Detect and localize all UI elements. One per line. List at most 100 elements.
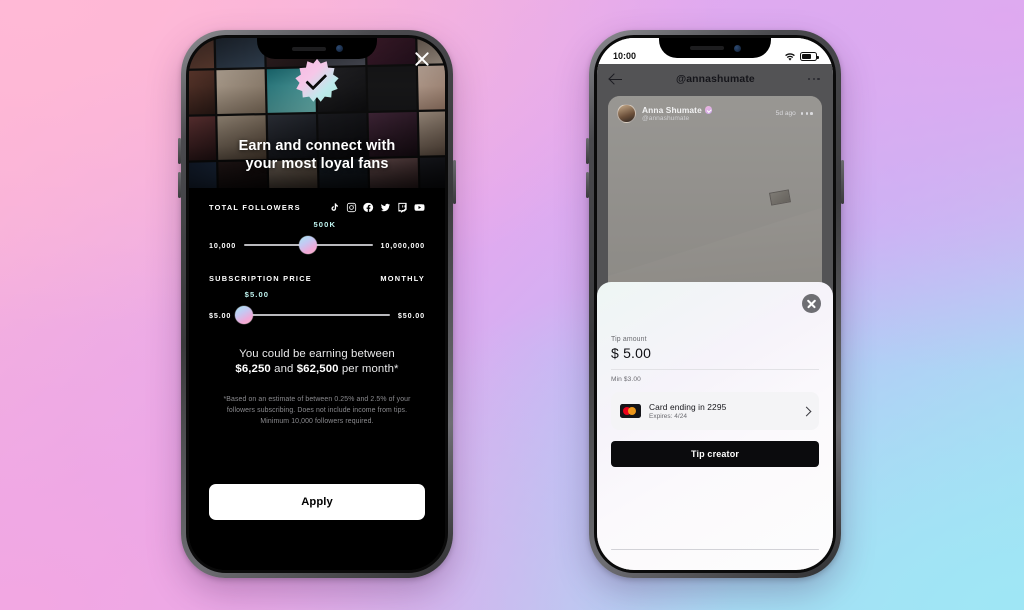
home-indicator[interactable] bbox=[611, 548, 819, 550]
battery-icon bbox=[800, 52, 819, 61]
tip-creator-button[interactable]: Tip creator bbox=[611, 441, 819, 467]
followers-slider[interactable]: 500K 10,000 10,000,000 bbox=[209, 220, 425, 256]
payment-method-text: Card ending in 2295 Expires: 4/24 bbox=[649, 402, 726, 421]
post-timestamp: 5d ago bbox=[775, 110, 796, 117]
onboarding-controls-panel: TOTAL FOLLOWERS 500K 10,000 10,000,000 S… bbox=[189, 188, 445, 570]
payment-method-title: Card ending in 2295 bbox=[649, 401, 727, 412]
hero-title-line1: Earn and connect with bbox=[238, 137, 396, 154]
followers-slider-track[interactable] bbox=[244, 236, 373, 254]
followers-max-label: 10,000,000 bbox=[380, 240, 425, 250]
post-author-name: Anna Shumate bbox=[642, 105, 702, 115]
apply-button[interactable]: Apply bbox=[209, 484, 425, 520]
volume-up-button[interactable] bbox=[178, 138, 181, 164]
price-min-label: $5.00 bbox=[209, 310, 232, 320]
post-author-handle: @annashumate bbox=[642, 115, 690, 122]
disclaimer-line1: *Based on an estimate of between 0.25% a… bbox=[223, 396, 411, 403]
youtube-icon bbox=[414, 204, 425, 211]
instagram-icon bbox=[346, 202, 357, 213]
total-followers-label: TOTAL FOLLOWERS bbox=[209, 203, 301, 212]
earpiece-speaker-icon bbox=[689, 46, 724, 50]
post-more-icon[interactable] bbox=[800, 112, 813, 115]
earpiece-speaker-icon bbox=[291, 46, 326, 51]
status-bar-indicators bbox=[784, 52, 819, 61]
tip-amount-value[interactable]: $ 5.00 bbox=[611, 345, 819, 361]
left-phone-screen: Earn and connect with your most loyal fa… bbox=[189, 38, 445, 570]
more-options-icon[interactable] bbox=[807, 77, 820, 81]
payment-method-subtitle: Expires: 4/24 bbox=[649, 413, 687, 421]
post-header: Anna Shumate @annashumate 5d ago bbox=[608, 96, 822, 131]
background-canvas: Earn and connect with your most loyal fa… bbox=[0, 0, 1024, 610]
close-icon[interactable] bbox=[412, 49, 432, 69]
earnings-line1: You could be earning between bbox=[239, 348, 395, 360]
back-arrow-icon[interactable] bbox=[610, 73, 623, 86]
earnings-estimate: You could be earning between $6,250 and … bbox=[209, 348, 425, 375]
price-track-bar bbox=[239, 314, 390, 316]
price-slider-track[interactable] bbox=[234, 306, 390, 324]
earnings-suffix: per month* bbox=[338, 363, 399, 375]
divider bbox=[611, 369, 819, 370]
onboarding-app-body: Earn and connect with your most loyal fa… bbox=[189, 38, 445, 570]
wifi-icon bbox=[785, 53, 795, 61]
tip-bottom-sheet: Tip amount $ 5.00 Min $3.00 Card ending … bbox=[597, 282, 833, 570]
post-author-name-row: Anna Shumate bbox=[642, 105, 713, 115]
twitter-icon bbox=[380, 203, 391, 212]
post-author: Anna Shumate @annashumate bbox=[642, 105, 713, 122]
tip-minimum-note: Min $3.00 bbox=[611, 376, 641, 383]
earnings-disclaimer: *Based on an estimate of between 0.25% a… bbox=[209, 394, 425, 428]
subscription-price-header: SUBSCRIPTION PRICE MONTHLY bbox=[209, 274, 425, 283]
hero-title-line2: your most loyal fans bbox=[245, 156, 389, 173]
followers-slider-value: 500K bbox=[313, 220, 337, 229]
disclaimer-line3: Minimum 10,000 followers required. bbox=[260, 418, 374, 426]
bottom-safe-area bbox=[209, 520, 425, 570]
post-meta: 5d ago bbox=[776, 110, 813, 117]
disclaimer-line2: followers subscribing. Does not include … bbox=[226, 407, 408, 415]
right-phone-bezel: 10:00 @annashumate Anna Shumate @annashu… bbox=[594, 35, 836, 573]
subscription-price-label: SUBSCRIPTION PRICE bbox=[209, 274, 312, 283]
total-followers-header: TOTAL FOLLOWERS bbox=[209, 202, 425, 213]
hero-title: Earn and connect with your most loyal fa… bbox=[189, 137, 445, 174]
price-slider-row: $5.00 $50.00 bbox=[209, 306, 425, 324]
profile-handle-title: @annashumate bbox=[675, 73, 755, 85]
device-notch bbox=[257, 38, 377, 59]
left-phone-device: Earn and connect with your most loyal fa… bbox=[178, 30, 456, 578]
right-phone-device: 10:00 @annashumate Anna Shumate @annashu… bbox=[586, 30, 844, 578]
followers-slider-row: 10,000 10,000,000 bbox=[209, 236, 425, 254]
social-platform-icons bbox=[329, 202, 425, 213]
followers-slider-thumb[interactable] bbox=[299, 236, 318, 254]
facebook-icon bbox=[363, 202, 374, 213]
power-button[interactable] bbox=[453, 160, 456, 204]
mastercard-icon bbox=[620, 404, 641, 418]
status-bar-time: 10:00 bbox=[613, 51, 637, 61]
earnings-amount-high: $62,500 bbox=[296, 363, 339, 375]
volume-down-button[interactable] bbox=[178, 172, 181, 198]
earnings-amount-low: $6,250 bbox=[235, 363, 271, 375]
front-camera-icon bbox=[733, 44, 741, 52]
volume-down-button[interactable] bbox=[586, 172, 589, 198]
tiktok-icon bbox=[331, 203, 338, 211]
followers-min-label: 10,000 bbox=[209, 240, 237, 250]
verified-badge-icon bbox=[704, 106, 713, 114]
earnings-line2: $6,250 and $62,500 per month* bbox=[209, 363, 425, 375]
billing-period-label: MONTHLY bbox=[380, 274, 425, 283]
app-bar: @annashumate bbox=[597, 64, 833, 94]
close-icon[interactable] bbox=[802, 294, 821, 313]
volume-up-button[interactable] bbox=[586, 138, 589, 164]
twitch-icon bbox=[398, 202, 407, 213]
earnings-conjunction: and bbox=[270, 363, 297, 375]
avatar[interactable] bbox=[617, 104, 636, 123]
tip-amount-label: Tip amount bbox=[611, 336, 647, 343]
price-slider[interactable]: $5.00 $5.00 $50.00 bbox=[209, 290, 425, 326]
device-notch bbox=[659, 38, 771, 58]
power-button[interactable] bbox=[841, 160, 844, 204]
left-phone-bezel: Earn and connect with your most loyal fa… bbox=[186, 35, 448, 573]
price-slider-thumb[interactable] bbox=[234, 306, 253, 324]
profile-content: @annashumate Anna Shumate @annashumate 5… bbox=[597, 64, 833, 570]
price-slider-value: $5.00 bbox=[244, 290, 270, 299]
payment-method-row[interactable]: Card ending in 2295 Expires: 4/24 bbox=[611, 392, 819, 430]
front-camera-icon bbox=[335, 45, 343, 52]
verified-starburst-icon bbox=[294, 58, 340, 104]
chevron-right-icon bbox=[801, 406, 812, 416]
creator-collage-hero: Earn and connect with your most loyal fa… bbox=[189, 38, 445, 188]
right-phone-screen: 10:00 @annashumate Anna Shumate @annashu… bbox=[597, 38, 833, 570]
profile-app-body: 10:00 @annashumate Anna Shumate @annashu… bbox=[597, 38, 833, 570]
